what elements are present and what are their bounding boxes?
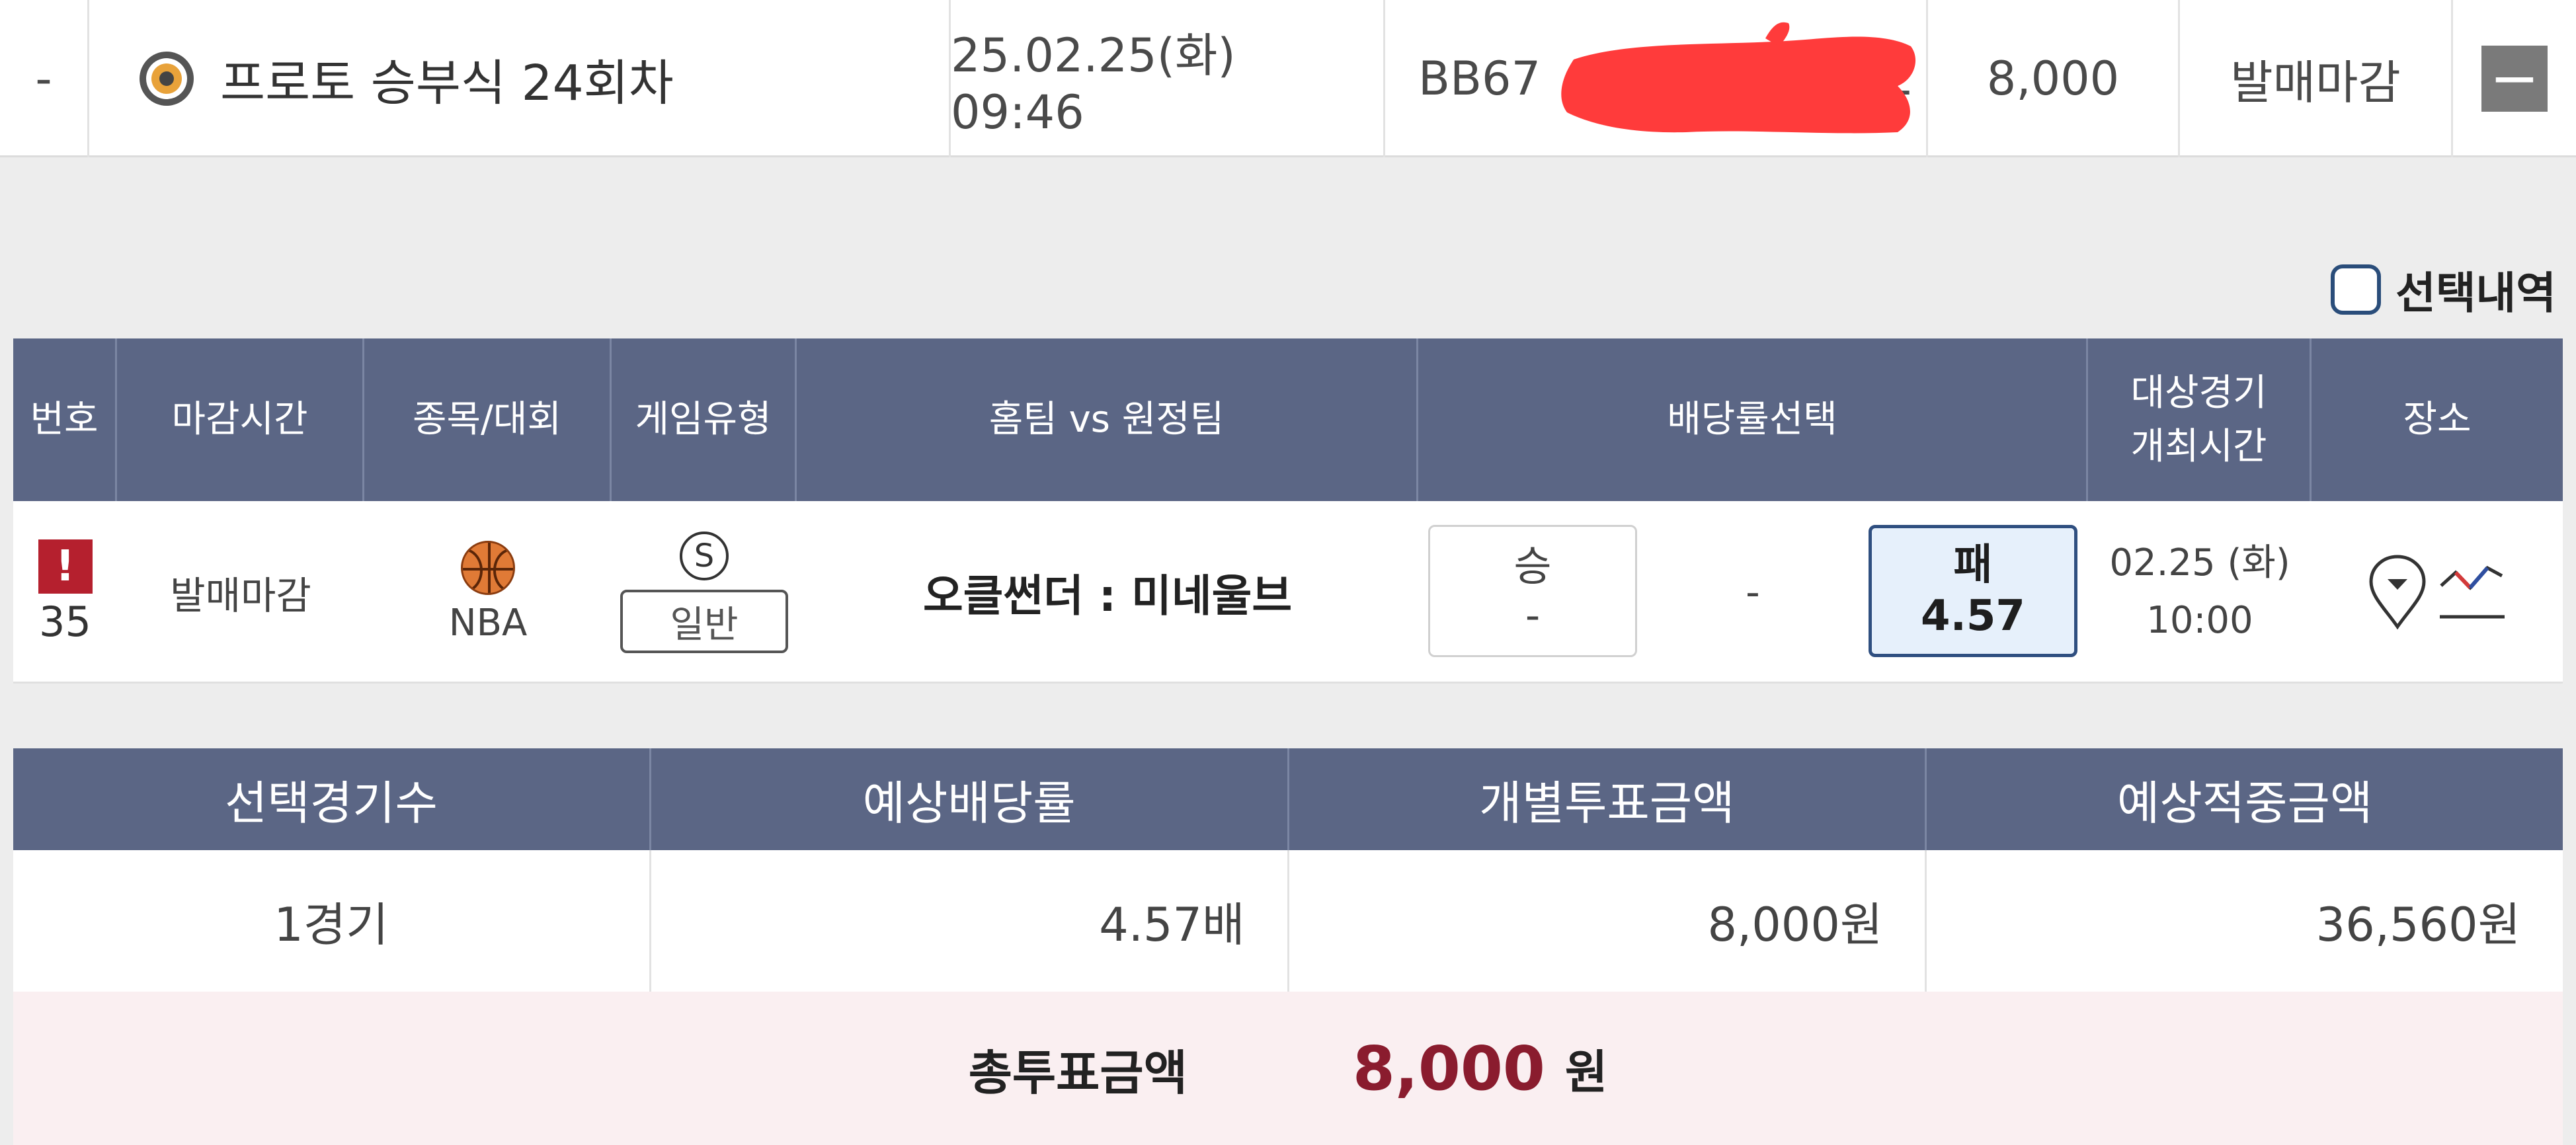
game-type-cell: S 일반 xyxy=(612,501,797,684)
select-history-toggle[interactable]: 선택내역 xyxy=(2331,258,2556,321)
event-time-cell: 02.25 (화) 10:00 xyxy=(2088,501,2312,684)
target-icon xyxy=(140,52,194,106)
individual-amount: 8,000원 xyxy=(1289,850,1927,992)
summary-dash: - xyxy=(35,52,52,106)
col-close-time: 마감시간 xyxy=(117,338,364,501)
odds-win-label: 승 xyxy=(1513,541,1552,590)
select-history-checkbox[interactable] xyxy=(2331,264,2382,315)
game-type-tag: 일반 xyxy=(620,590,788,653)
collapse-cell: − xyxy=(2453,0,2576,157)
col-event-time: 대상경기 개최시간 xyxy=(2088,338,2312,501)
match-row: ! 35 발매마감 NBA S 일반 오클썬더 : 미네울브 승 - - 패 4… xyxy=(13,501,2563,684)
alert-icon: ! xyxy=(38,539,93,594)
col-game-type: 게임유형 xyxy=(612,338,797,501)
expected-payout: 36,560원 xyxy=(2315,897,2520,952)
venue-cell xyxy=(2312,501,2563,684)
event-time: 10:00 xyxy=(2146,599,2253,642)
odds-draw: - xyxy=(1746,569,1760,615)
game-title: 프로토 승부식 24회차 xyxy=(220,54,674,112)
odds-loss-label: 패 xyxy=(1953,541,1993,590)
total-bet-label: 총투표금액 xyxy=(968,1045,1187,1101)
col-venue: 장소 xyxy=(2403,398,2472,442)
league-name: NBA xyxy=(448,601,528,645)
close-status: 발매마감 xyxy=(170,573,311,618)
col-odds-select: 배당률선택 xyxy=(1418,338,2088,501)
odds-loss-value: 4.57 xyxy=(1921,592,2025,641)
bet-summary-header: 선택경기수 예상배당률 개별투표금액 예상적중금액 xyxy=(13,748,2563,850)
ticket-status: 발매마감 xyxy=(2230,55,2401,110)
col-selected-count: 선택경기수 xyxy=(13,748,651,850)
selected-count: 1경기 xyxy=(13,850,651,992)
redaction-scribble xyxy=(1561,22,1916,134)
col-matchup: 홈팀 vs 원정팀 xyxy=(797,338,1418,501)
col-expected-payout: 예상적중금액 xyxy=(2116,775,2373,830)
expected-odds: 4.57배 xyxy=(651,850,1289,992)
ticket-datetime: 25.02.25(화) 09:46 xyxy=(951,28,1236,139)
game-type-badge: S xyxy=(680,532,729,580)
total-bet-unit: 원 xyxy=(1564,1045,1608,1099)
location-pin-icon[interactable] xyxy=(2366,553,2429,632)
ticket-id: BB67 xyxy=(1418,52,1541,106)
matchup: 오클썬더 : 미네울브 xyxy=(922,571,1293,621)
col-expected-odds: 예상배당률 xyxy=(651,748,1289,850)
total-bet-bar: 총투표금액 8,000 원 xyxy=(13,992,2563,1145)
stats-chart-icon[interactable] xyxy=(2436,556,2509,629)
select-history-label: 선택내역 xyxy=(2395,268,2556,319)
odds-win-button[interactable]: 승 - xyxy=(1428,525,1637,657)
event-date: 02.25 (화) xyxy=(2109,541,2290,585)
match-number: 35 xyxy=(39,597,91,646)
sport-league-cell: NBA xyxy=(364,501,612,684)
basketball-icon xyxy=(461,540,515,595)
ticket-summary-row: - 프로토 승부식 24회차 25.02.25(화) 09:46 BB67 2 … xyxy=(0,0,2576,157)
col-sport-league: 종목/대회 xyxy=(364,338,612,501)
col-individual-amount: 개별투표금액 xyxy=(1289,748,1927,850)
col-number: 번호 xyxy=(13,338,117,501)
odds-win-value: - xyxy=(1525,591,1541,639)
collapse-button[interactable]: − xyxy=(2481,46,2548,112)
total-bet-amount: 8,000 xyxy=(1352,1033,1545,1104)
match-number-cell: ! 35 xyxy=(13,501,117,684)
game-title-cell: 프로토 승부식 24회차 xyxy=(89,0,949,157)
bet-summary-values: 1경기 4.57배 8,000원 36,560원 xyxy=(13,850,2563,992)
odds-loss-button[interactable]: 패 4.57 xyxy=(1869,525,2077,657)
match-table-header: 번호 마감시간 종목/대회 게임유형 홈팀 vs 원정팀 배당률선택 대상경기 … xyxy=(13,338,2563,501)
ticket-amount: 8,000 xyxy=(1986,52,2120,106)
